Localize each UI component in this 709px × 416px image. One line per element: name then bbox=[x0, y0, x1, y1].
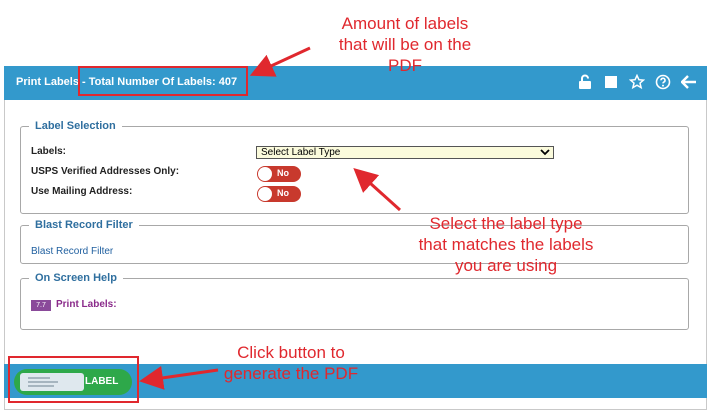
annotation-label-type: Select the label type that matches the l… bbox=[392, 213, 620, 276]
annotation-generate-pdf: Click button to generate the PDF bbox=[196, 342, 386, 384]
annotation-line: you are using bbox=[454, 256, 558, 275]
annotation-line: Click button to bbox=[237, 343, 345, 362]
annotation-line: that matches the labels bbox=[418, 235, 594, 254]
annotation-label-count: Amount of labels that will be on the PDF bbox=[300, 13, 510, 76]
arrow-to-label-select bbox=[353, 167, 402, 212]
print-labels-page: Print Labels - Total Number Of Labels: 4… bbox=[0, 0, 709, 416]
annotation-line: Select the label type bbox=[429, 214, 583, 233]
annotation-line: generate the PDF bbox=[223, 364, 359, 383]
annotation-line: PDF bbox=[388, 56, 422, 75]
annotation-line: that will be on the bbox=[338, 35, 472, 54]
annotation-line: Amount of labels bbox=[341, 14, 469, 33]
